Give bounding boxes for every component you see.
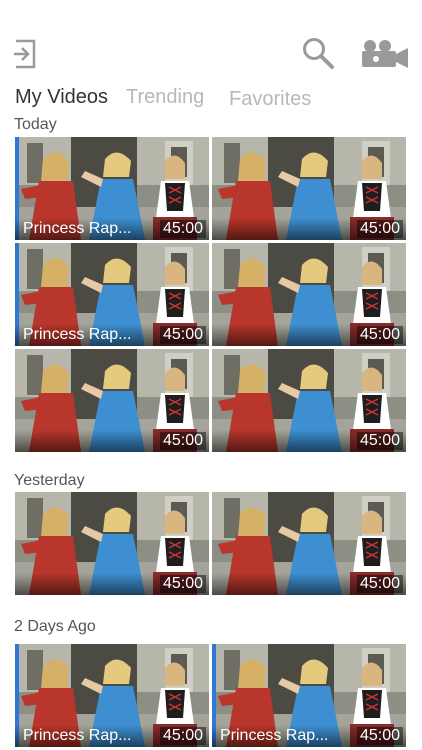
video-camera-icon[interactable] [360,38,410,70]
video-thumbnail[interactable]: 45:00 [212,349,406,452]
video-title: Princess Rap... [23,326,132,343]
video-title: Princess Rap... [23,727,132,744]
tab-favorites[interactable]: Favorites [229,88,311,111]
video-duration: 45:00 [159,575,206,593]
search-icon[interactable] [302,37,334,69]
tab-my-videos[interactable]: My Videos [15,86,108,109]
video-duration: 45:00 [159,220,206,238]
video-thumbnail[interactable]: 45:00 [212,137,406,240]
video-thumbnail[interactable]: Princess Rap... 45:00 [15,137,209,240]
tab-trending[interactable]: Trending [126,86,204,109]
section-label: Today [14,116,57,133]
video-thumbnail[interactable]: 45:00 [212,243,406,346]
video-duration: 45:00 [356,727,403,745]
video-duration: 45:00 [159,727,206,745]
video-duration: 45:00 [356,220,403,238]
video-thumbnail[interactable]: 45:00 [212,492,406,595]
video-duration: 45:00 [356,326,403,344]
video-thumbnail[interactable]: Princess Rap... 45:00 [15,644,209,747]
video-duration: 45:00 [356,575,403,593]
video-duration: 45:00 [159,432,206,450]
section-label: Yesterday [14,472,85,489]
video-title: Princess Rap... [220,727,329,744]
video-thumbnail[interactable]: 45:00 [15,492,209,595]
video-duration: 45:00 [356,432,403,450]
video-thumbnail[interactable]: 45:00 [15,349,209,452]
video-thumbnail[interactable]: Princess Rap... 45:00 [15,243,209,346]
logout-icon[interactable] [12,38,40,70]
video-duration: 45:00 [159,326,206,344]
video-thumbnail[interactable]: Princess Rap... 45:00 [212,644,406,747]
top-bar [0,0,422,80]
section-label: 2 Days Ago [14,618,96,635]
video-title: Princess Rap... [23,220,132,237]
